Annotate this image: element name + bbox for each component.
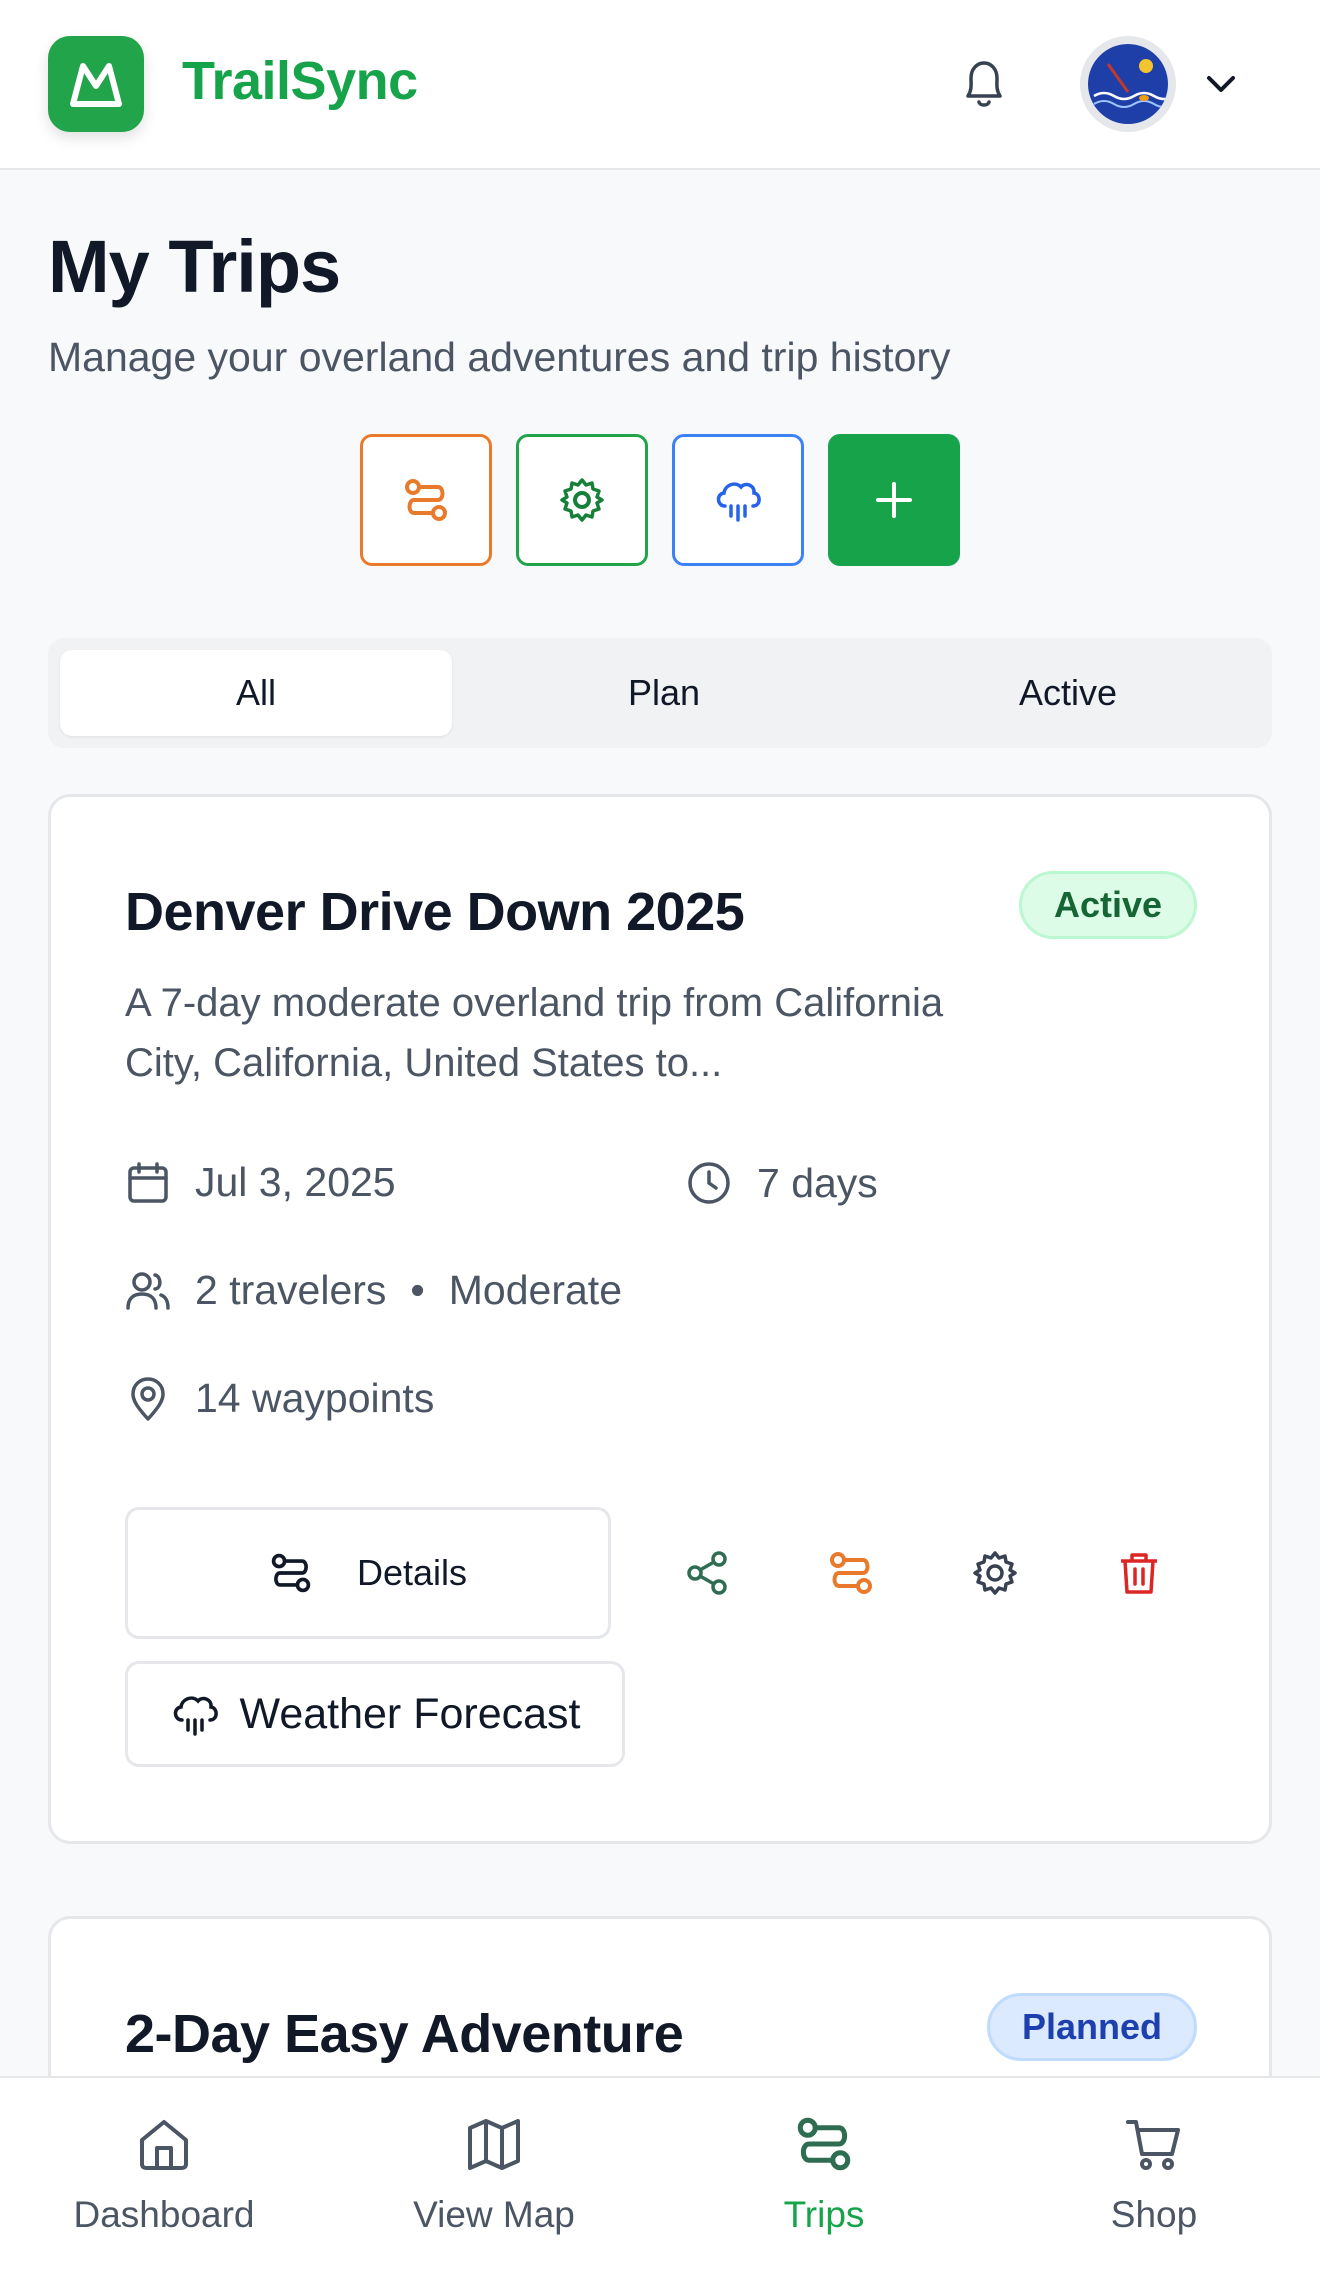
trip-title[interactable]: Denver Drive Down 2025 xyxy=(125,881,745,943)
trip-difficulty: Moderate xyxy=(448,1267,622,1313)
trash-icon[interactable] xyxy=(1107,1541,1171,1605)
nav-shop-label: Shop xyxy=(1110,2194,1198,2235)
status-badge: Planned xyxy=(987,1993,1197,2061)
trip-description: A 7-day moderate overland trip from Cali… xyxy=(125,981,944,1085)
share-icon[interactable] xyxy=(675,1541,739,1605)
home-icon xyxy=(140,2120,188,2170)
trip-date-text: Jul 3, 2025 xyxy=(195,1159,396,1205)
tab-active[interactable]: Active xyxy=(872,650,1264,736)
route-icon xyxy=(405,479,447,521)
mountain-logo-icon[interactable] xyxy=(48,36,144,132)
calendar-icon xyxy=(128,1161,168,1203)
trip-waypoints-text: 14 waypoints xyxy=(195,1375,435,1421)
trip-duration-text: 7 days xyxy=(757,1159,878,1206)
add-trip-button[interactable] xyxy=(828,434,960,566)
trip-travelers: 2 travelers • Moderate xyxy=(125,1267,622,1314)
weather-forecast-label: Weather Forecast xyxy=(239,1689,581,1738)
trip-title[interactable]: 2-Day Easy Adventure xyxy=(125,2003,684,2065)
separator-dot: • xyxy=(410,1267,425,1313)
routes-button[interactable] xyxy=(360,434,492,566)
details-button[interactable]: Details xyxy=(125,1507,611,1639)
cloud-rain-icon xyxy=(173,1696,218,1736)
chevron-down-icon[interactable] xyxy=(1204,70,1238,98)
plus-icon xyxy=(876,482,912,518)
nav-trips[interactable]: Trips xyxy=(694,2114,954,2236)
route-icon xyxy=(797,2117,851,2171)
trip-duration: 7 days xyxy=(685,1159,878,1207)
trip-filter-tabs: All Plan Active xyxy=(48,638,1272,748)
gear-icon[interactable] xyxy=(963,1541,1027,1605)
trip-waypoints: 14 waypoints xyxy=(125,1375,434,1422)
tab-plan[interactable]: Plan xyxy=(468,650,860,736)
app-header: TrailSync xyxy=(0,0,1320,170)
nav-dashboard-label: Dashboard xyxy=(73,2194,255,2235)
bell-icon[interactable] xyxy=(958,56,1010,112)
tab-all[interactable]: All xyxy=(60,650,452,736)
app-name[interactable]: TrailSync xyxy=(182,50,418,112)
map-pin-icon xyxy=(131,1376,165,1421)
weather-forecast-button[interactable]: Weather Forecast xyxy=(125,1661,625,1767)
trip-date: Jul 3, 2025 xyxy=(125,1159,396,1206)
map-icon xyxy=(468,2119,520,2170)
settings-button[interactable] xyxy=(516,434,648,566)
bottom-nav: Dashboard View Map Trips Shop xyxy=(0,2076,1320,2273)
cart-icon xyxy=(1126,2120,1180,2170)
page-title: My Trips xyxy=(48,225,341,308)
gear-icon xyxy=(560,478,604,522)
nav-shop[interactable]: Shop xyxy=(1024,2114,1284,2236)
status-badge: Active xyxy=(1019,871,1197,939)
avatar[interactable] xyxy=(1080,36,1176,132)
trip-travelers-text: 2 travelers xyxy=(195,1267,387,1313)
clock-icon xyxy=(688,1162,730,1204)
route-icon[interactable] xyxy=(819,1541,883,1605)
cloud-rain-icon xyxy=(716,482,761,522)
details-label: Details xyxy=(356,1552,468,1593)
nav-trips-label: Trips xyxy=(783,2194,865,2235)
trip-card[interactable]: Denver Drive Down 2025 Active A 7-day mo… xyxy=(48,794,1272,1844)
nav-view-map-label: View Map xyxy=(413,2194,575,2235)
users-icon xyxy=(126,1271,170,1310)
route-icon xyxy=(271,1553,311,1593)
page-subtitle: Manage your overland adventures and trip… xyxy=(48,334,951,380)
weather-button[interactable] xyxy=(672,434,804,566)
nav-dashboard[interactable]: Dashboard xyxy=(34,2114,294,2236)
nav-view-map[interactable]: View Map xyxy=(364,2114,624,2236)
